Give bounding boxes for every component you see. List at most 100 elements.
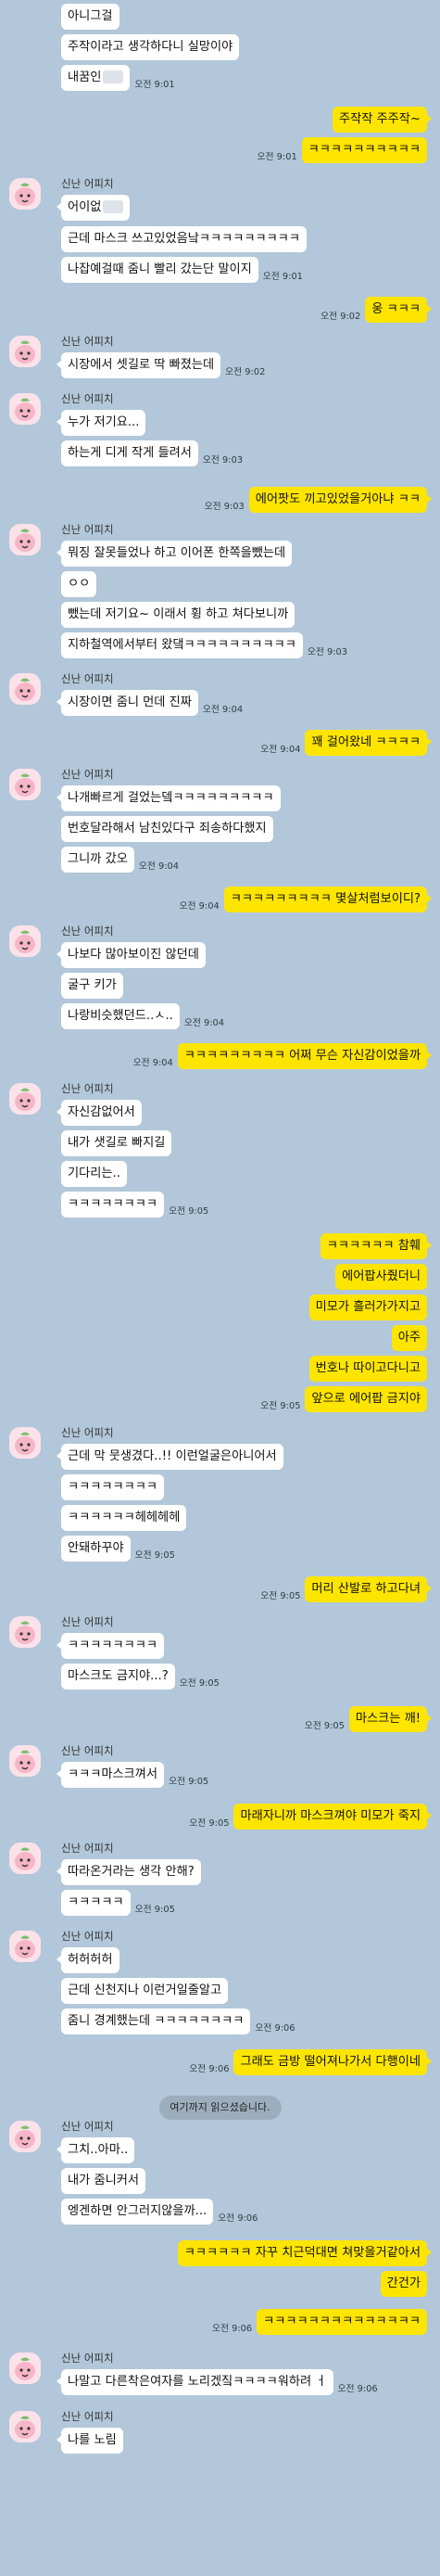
received-message-bubble[interactable]: ㅋㅋㅋ마스크껴서 (61, 1762, 165, 1788)
sent-message-bubble[interactable]: 주작작 주주작~ (332, 107, 427, 133)
sender-avatar[interactable] (9, 769, 41, 800)
sent-message-bubble[interactable]: 웅 ㅋㅋㅋ (365, 297, 427, 323)
message-row: 주작이라고 생각하다니 실망이야 (61, 34, 240, 60)
message-timestamp: 오전 9:06 (189, 2064, 230, 2074)
received-message-bubble[interactable]: 뺐는데 저기요~ 이래서 휭 하고 쳐다보니까 (61, 602, 295, 628)
sender-name: 신난 어피치 (61, 925, 114, 937)
message-row: 미모가 흘러가가지고 (308, 1294, 427, 1320)
received-message-bubble[interactable]: ㅋㅋㅋㅋㅋㅋㅋㅋ (61, 1192, 165, 1218)
received-message-bubble[interactable]: 아니그걸 (61, 4, 119, 30)
received-message-bubble[interactable]: 지하철역에서부터 왔댘ㅋㅋㅋㅋㅋㅋㅋㅋㅋㅋ (61, 632, 303, 658)
sent-message-bubble[interactable]: 아주 (391, 1325, 427, 1351)
sender-avatar[interactable] (9, 2121, 41, 2152)
received-message-bubble[interactable]: ㅋㅋㅋㅋㅋㅋㅋㅋ (61, 1633, 165, 1659)
sender-avatar[interactable] (9, 1931, 41, 1962)
sent-message-bubble[interactable]: ㅋㅋㅋㅋㅋㅋㅋㅋㅋ 몇살처럼보이디? (223, 886, 427, 912)
received-message-bubble[interactable]: 내꿈인 (61, 65, 131, 91)
received-message-bubble[interactable]: 어이없 (61, 195, 131, 221)
sender-avatar[interactable] (9, 336, 41, 367)
message-row: 마스크도 금지야...? 오전 9:05 (61, 1664, 224, 1690)
received-message-bubble[interactable]: 그니까 갔오 (61, 847, 134, 873)
message-row: 줌니 경계했는데 ㅋㅋㅋㅋㅋㅋㅋㅋ 오전 9:06 (61, 2009, 300, 2034)
sender-name: 신난 어피치 (61, 2120, 114, 2133)
message-row: ㅋㅋㅋㅋㅋㅋㅋㅋ (61, 1474, 165, 1500)
sent-message-bubble[interactable]: 에어팟도 끼고있었을거아냐 ㅋㅋ (248, 487, 427, 513)
received-message-bubble[interactable]: 주작이라고 생각하다니 실망이야 (61, 34, 240, 60)
message-row: 나를 노림 (57, 2428, 123, 2454)
sent-message-bubble[interactable]: 머리 산발로 하고다녀 (305, 1576, 427, 1602)
received-message-bubble[interactable]: 줌니 경계했는데 ㅋㅋㅋㅋㅋㅋㅋㅋ (61, 2009, 251, 2034)
received-message-bubble[interactable]: 나개빠르게 걸었는뎈ㅋㅋㅋㅋㅋㅋㅋㅋㅋ (61, 785, 281, 811)
received-message-bubble[interactable]: 내가 샛길로 빠지길 (61, 1130, 172, 1156)
message-row: 에어팝사줬더니 (335, 1264, 427, 1290)
sender-avatar[interactable] (9, 2353, 41, 2384)
sent-message-bubble[interactable]: ㅋㅋㅋㅋㅋㅋㅋㅋㅋㅋ (301, 137, 427, 163)
sender-avatar[interactable] (9, 2411, 41, 2442)
message-row: 그니까 갔오 오전 9:04 (61, 847, 183, 873)
sent-message-bubble[interactable]: ㅋㅋㅋㅋㅋㅋㅋㅋㅋ 어쩌 무슨 자신감이었을까 (177, 1043, 427, 1069)
sent-message-bubble[interactable]: 미모가 흘러가가지고 (308, 1294, 427, 1320)
message-timestamp: 오전 9:05 (260, 1591, 301, 1601)
message-row: 오전 9:05 마래자니까 마스크껴야 미모가 죽지 (184, 1804, 432, 1830)
received-message-bubble[interactable]: 시장에서 셋길로 딱 빠졌는데 (61, 352, 221, 378)
received-message-bubble[interactable]: ㅇㅇ (61, 571, 97, 597)
received-message-bubble[interactable]: 나보다 많아보이진 않던데 (61, 942, 206, 968)
sent-message-bubble[interactable]: ㅋㅋㅋㅋㅋㅋ 참훼 (320, 1233, 427, 1259)
sender-avatar[interactable] (9, 673, 41, 705)
sent-message-bubble[interactable]: 마스크는 깨! (348, 1706, 427, 1732)
received-message-bubble[interactable]: 자신감없어서 (61, 1100, 142, 1126)
received-message-bubble[interactable]: 나를 노림 (61, 2428, 123, 2454)
message-timestamp: 오전 9:05 (179, 1678, 220, 1689)
sender-avatar[interactable] (9, 1427, 41, 1459)
message-row: 어이없 (56, 195, 131, 221)
sent-message-bubble[interactable]: 꽤 걸어왔네 ㅋㅋㅋㅋ (305, 730, 427, 756)
sent-message-bubble[interactable]: 그래도 금방 떨어져나가서 다행이네 (233, 2049, 427, 2075)
received-message-bubble[interactable]: 뭐징 잘못들었나 하고 이어폰 한쪽을뺐는데 (61, 541, 293, 567)
message-timestamp: 오전 9:04 (183, 1018, 224, 1028)
sender-avatar[interactable] (9, 393, 41, 425)
sender-avatar[interactable] (9, 524, 41, 555)
received-message-bubble[interactable]: 그치..아마.. (61, 2137, 135, 2163)
received-message-bubble[interactable]: ㅋㅋㅋㅋㅋㅋ헤헤헤헤 (61, 1505, 187, 1531)
received-message-bubble[interactable]: 번호달라해서 남친있다구 죄송하다했지 (61, 816, 273, 842)
sender-avatar[interactable] (9, 1083, 41, 1115)
sent-message-bubble[interactable]: ㅋㅋㅋㅋㅋㅋㅋㅋㅋㅋㅋㅋㅋㅋ (257, 2309, 427, 2335)
received-message-bubble[interactable]: 나랑비슷했던드..ㅅ.. (61, 1003, 180, 1029)
received-message-bubble[interactable]: 기다리는.. (61, 1161, 127, 1187)
sender-avatar[interactable] (9, 1843, 41, 1874)
received-message-bubble[interactable]: 허허허허 (61, 1947, 119, 1973)
received-message-bubble[interactable]: 마스크도 금지야...? (61, 1664, 175, 1690)
received-message-bubble[interactable]: ㅋㅋㅋㅋㅋㅋㅋㅋ (61, 1474, 165, 1500)
received-message-bubble[interactable]: 굴구 키가 (61, 973, 123, 999)
sender-avatar[interactable] (9, 925, 41, 957)
sent-message-bubble[interactable]: 간건가 (380, 2271, 427, 2297)
message-row: ㅋㅋㅋ마스크껴서 오전 9:05 (56, 1762, 213, 1788)
message-timestamp: 오전 9:01 (257, 152, 297, 162)
received-message-bubble[interactable]: 나말고 다른착은여자를 노리겠짘ㅋㅋㅋㅋ워하려 ㅓ (61, 2369, 333, 2395)
sender-avatar[interactable] (9, 178, 41, 210)
received-message-bubble[interactable]: 근데 막 뭇생겼다..!! 이런얼굴은아니어서 (61, 1444, 283, 1470)
sent-message-bubble[interactable]: 앞으로 에어팝 금지야 (305, 1386, 427, 1412)
received-message-bubble[interactable]: 근데 마스크 쓰고있었음낰ㅋㅋㅋㅋㅋㅋㅋㅋㅋ (61, 226, 308, 252)
received-message-bubble[interactable]: 근데 신천지나 이런거일줄알고 (61, 1978, 229, 2004)
received-message-bubble[interactable]: 나잡예걸때 줌니 빨리 갔는단 말이지 (61, 257, 258, 283)
sender-avatar[interactable] (9, 1745, 41, 1777)
received-message-bubble[interactable]: ㅋㅋㅋㅋㅋ (61, 1890, 131, 1916)
received-message-bubble[interactable]: 하는게 디게 작게 들려서 (61, 440, 198, 466)
sender-avatar[interactable] (9, 1616, 41, 1648)
received-message-bubble[interactable]: 따라온거라는 생각 안해? (61, 1859, 201, 1885)
received-message-bubble[interactable]: 시장이면 줌니 먼데 진짜 (61, 690, 198, 716)
received-message-bubble[interactable]: 안돼하꾸야 (61, 1536, 131, 1562)
message-row: 시장이면 줌니 먼데 진짜 오전 9:04 (57, 690, 247, 716)
message-timestamp: 오전 9:03 (204, 502, 245, 512)
message-timestamp: 오전 9:05 (134, 1550, 175, 1561)
sent-message-bubble[interactable]: 에어팝사줬더니 (335, 1264, 427, 1290)
sent-message-bubble[interactable]: 번호나 따이고다니고 (308, 1356, 427, 1382)
sent-message-bubble[interactable]: ㅋㅋㅋㅋㅋㅋ 자꾸 치근덕대면 쳐맞을거같아서 (177, 2240, 427, 2266)
sent-message-bubble[interactable]: 마래자니까 마스크껴야 미모가 죽지 (233, 1804, 427, 1830)
received-message-bubble[interactable]: 내가 줌니커서 (61, 2168, 145, 2194)
received-message-bubble[interactable]: 누가 저기요... (61, 410, 146, 436)
message-row: 근데 막 뭇생겼다..!! 이런얼굴은아니어서 (57, 1444, 283, 1470)
received-message-bubble[interactable]: 엥겐하면 안그러지않을까... (61, 2199, 214, 2225)
message-timestamp: 오전 9:06 (218, 2213, 258, 2224)
